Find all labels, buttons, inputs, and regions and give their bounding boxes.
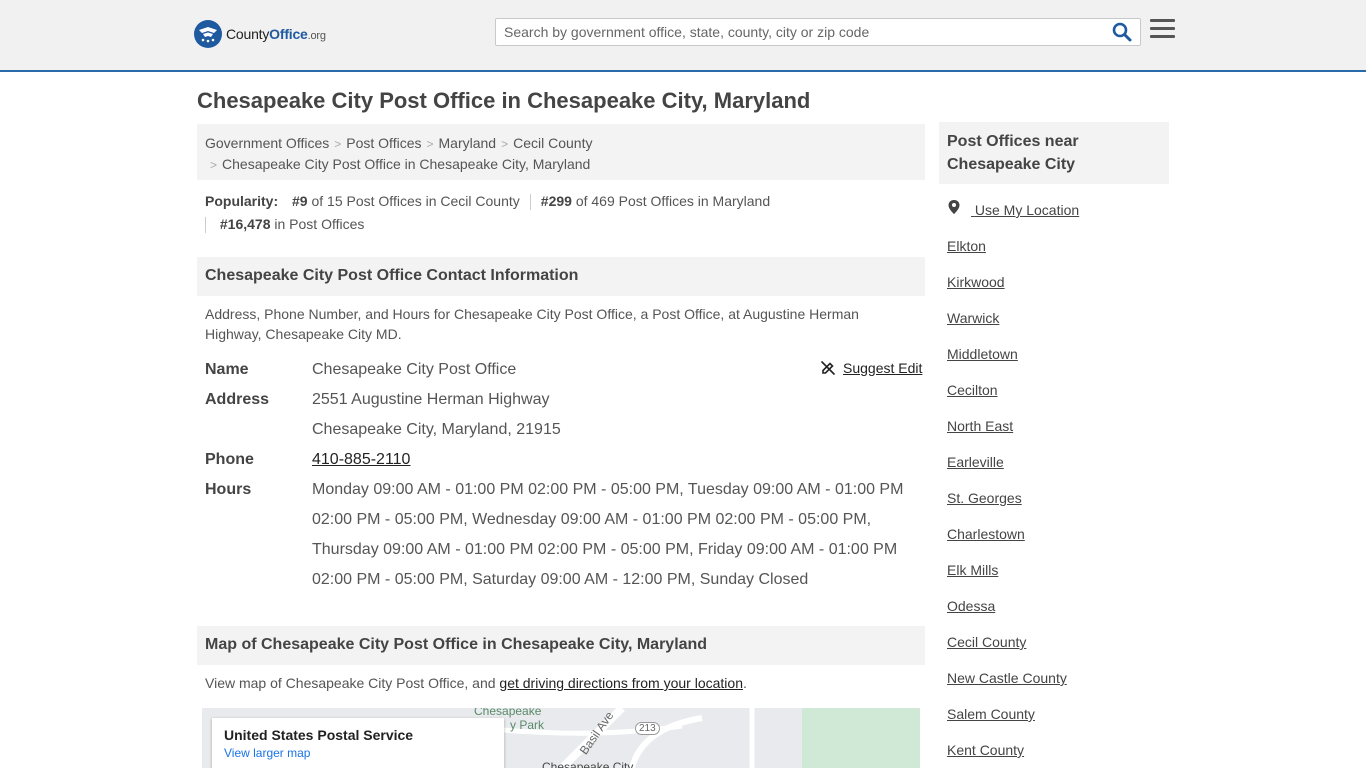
breadcrumb-separator: >	[210, 158, 218, 172]
name-label: Name	[205, 361, 249, 378]
popularity-ranking: Popularity: #9 of 15 Post Offices in Cec…	[205, 190, 925, 236]
logo-text: CountyOffice.org	[226, 26, 326, 42]
hours-label: Hours	[205, 481, 252, 498]
sidebar-link-warwick[interactable]: Warwick	[947, 306, 1167, 342]
divider	[529, 194, 531, 211]
map-description: View map of Chesapeake City Post Office,…	[205, 673, 905, 693]
address-row: Address 2551 Augustine Herman Highway	[205, 385, 925, 415]
sidebar-link-elk-mills[interactable]: Elk Mills	[947, 558, 1167, 594]
logo-main: Office	[269, 26, 308, 42]
park-label-line1: Chesapeake	[474, 708, 542, 718]
view-larger-map-link[interactable]: View larger map	[224, 746, 492, 760]
sidebar-link-cecilton[interactable]: Cecilton	[947, 378, 1167, 414]
address-line1: 2551 Augustine Herman Highway	[312, 391, 550, 408]
search-input[interactable]	[496, 19, 1096, 45]
breadcrumb-current: Chesapeake City Post Office in Chesapeak…	[222, 156, 591, 172]
search-bar	[495, 18, 1141, 46]
contact-description: Address, Phone Number, and Hours for Che…	[205, 306, 859, 342]
address-label: Address	[205, 391, 270, 408]
sidebar-link-elkton[interactable]: Elkton	[947, 234, 1167, 270]
site-logo[interactable]: CountyOffice.org	[194, 20, 326, 48]
national-rank: #16,478	[219, 216, 271, 232]
driving-directions-link[interactable]: get driving directions from your locatio…	[499, 675, 743, 691]
site-header: CountyOffice.org	[0, 0, 1366, 72]
hours-line: Monday 09:00 AM - 01:00 PM 02:00 PM - 05…	[312, 481, 904, 498]
sidebar-heading: Post Offices near Chesapeake City	[939, 122, 1169, 184]
use-my-location-link[interactable]: Use My Location	[947, 198, 1167, 234]
breadcrumb-cecil-county[interactable]: Cecil County	[513, 135, 592, 151]
breadcrumb-maryland[interactable]: Maryland	[439, 135, 497, 151]
park-label-line2: y Park	[510, 718, 545, 732]
logo-suffix: .org	[307, 30, 326, 42]
map-desc-suffix: .	[742, 675, 747, 691]
sidebar-nearby-list: Use My Location Elkton Kirkwood Warwick …	[947, 198, 1167, 768]
name-row: Name Chesapeake City Post Office	[205, 355, 925, 385]
contact-heading: Chesapeake City Post Office Contact Info…	[197, 257, 925, 296]
map-city-label: Chesapeake City	[542, 760, 634, 768]
sidebar-link-earleville[interactable]: Earleville	[947, 450, 1167, 486]
hours-line: Thursday 09:00 AM - 01:00 PM 02:00 PM - …	[312, 541, 898, 558]
sidebar-link-north-east[interactable]: North East	[947, 414, 1167, 450]
national-rank-text: in Post Offices	[274, 216, 365, 232]
embedded-map[interactable]: Chesapeake y Park Basil Ave 213 Chesapeak…	[202, 708, 920, 768]
map-desc-text: View map of Chesapeake City Post Office,…	[205, 675, 496, 691]
sidebar-link-st-georges[interactable]: St. Georges	[947, 486, 1167, 522]
sidebar-link-cecil-county[interactable]: Cecil County	[947, 630, 1167, 666]
breadcrumb: Government Offices > Post Offices > Maryland…	[197, 124, 925, 180]
county-rank: #9	[292, 193, 308, 209]
phone-row: Phone 410-885-2110	[205, 445, 925, 475]
countyoffice-logo-icon	[194, 20, 222, 48]
sidebar-link-middletown[interactable]: Middletown	[947, 342, 1167, 378]
breadcrumb-separator: >	[334, 137, 342, 151]
search-icon	[1112, 22, 1132, 42]
hours-value: Monday 09:00 AM - 01:00 PM 02:00 PM - 05…	[312, 475, 912, 595]
phone-link[interactable]: 410-885-2110	[312, 451, 410, 468]
menu-icon[interactable]	[1150, 19, 1175, 41]
map-route-marker: 213	[635, 722, 660, 735]
search-button[interactable]	[1112, 22, 1134, 44]
hours-row: Hours Monday 09:00 AM - 01:00 PM 02:00 P…	[205, 475, 925, 595]
sidebar-link-kent-county[interactable]: Kent County	[947, 738, 1167, 768]
contact-info-table: Name Chesapeake City Post Office Address…	[205, 355, 925, 595]
sidebar-link-odessa[interactable]: Odessa	[947, 594, 1167, 630]
map-card-title: United States Postal Service	[224, 727, 414, 743]
state-rank: #299	[540, 193, 572, 209]
popularity-label: Popularity:	[205, 193, 279, 209]
office-name: Chesapeake City Post Office	[312, 361, 517, 378]
sidebar-link-kirkwood[interactable]: Kirkwood	[947, 270, 1167, 306]
breadcrumb-separator: >	[501, 137, 509, 151]
map-heading: Map of Chesapeake City Post Office in Ch…	[197, 626, 925, 665]
phone-label: Phone	[205, 451, 254, 468]
use-my-location-label: Use My Location	[974, 202, 1080, 218]
hours-line: 02:00 PM - 05:00 PM, Saturday 09:00 AM -…	[312, 571, 809, 588]
sidebar-link-charlestown[interactable]: Charlestown	[947, 522, 1167, 558]
county-rank-text: of 15 Post Offices in Cecil County	[311, 193, 520, 209]
sidebar-link-salem-county[interactable]: Salem County	[947, 702, 1167, 738]
breadcrumb-separator: >	[426, 137, 434, 151]
address-line2: Chesapeake City, Maryland, 21915	[312, 421, 561, 438]
location-pin-icon	[948, 200, 960, 214]
address-row-2: Chesapeake City, Maryland, 21915	[205, 415, 925, 445]
breadcrumb-post-offices[interactable]: Post Offices	[346, 135, 421, 151]
map-info-card: United States Postal Service View larger…	[212, 718, 504, 768]
page-title: Chesapeake City Post Office in Chesapeak…	[197, 88, 811, 113]
breadcrumb-government-offices[interactable]: Government Offices	[205, 135, 329, 151]
state-rank-text: of 469 Post Offices in Maryland	[575, 193, 771, 209]
sidebar-link-new-castle-county[interactable]: New Castle County	[947, 666, 1167, 702]
hours-line: 02:00 PM - 05:00 PM, Wednesday 09:00 AM …	[312, 511, 872, 528]
